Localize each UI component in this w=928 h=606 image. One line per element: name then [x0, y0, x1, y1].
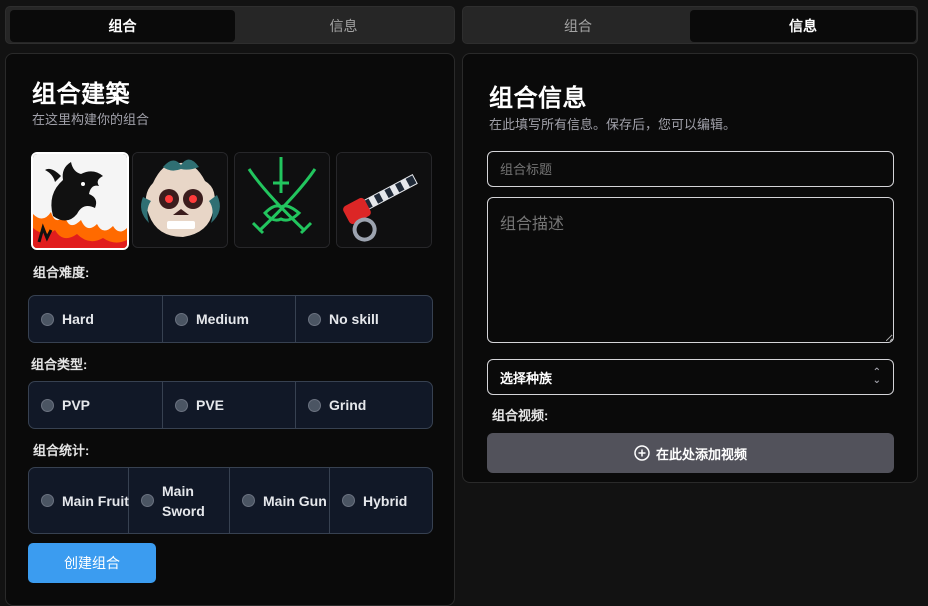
stats-option-main-sword[interactable]: Main Sword [129, 468, 230, 533]
race-select-label: 选择种族 [500, 370, 553, 386]
option-label: Medium [196, 311, 249, 327]
difficulty-label: 组合难度: [33, 265, 90, 280]
option-label: Main Sword [162, 482, 205, 519]
stats-options: Main Fruit Main Sword Main Gun Hybrid [28, 467, 433, 534]
difficulty-options: Hard Medium No skill [28, 295, 433, 343]
add-video-label: 在此处添加视频 [655, 446, 747, 462]
tab-combo[interactable]: 组合 [467, 10, 689, 42]
type-option-pvp[interactable]: PVP [29, 382, 163, 428]
option-label: Grind [329, 397, 367, 413]
combo-description-input[interactable] [487, 197, 894, 343]
dragon-icon[interactable] [31, 152, 129, 250]
option-label: Main Gun [263, 492, 327, 509]
race-select[interactable]: 选择种族 ⌃ ⌄ [487, 359, 894, 395]
radio-icon[interactable] [41, 494, 54, 507]
radio-icon[interactable] [242, 494, 255, 507]
tab-info[interactable]: 信息 [235, 10, 452, 42]
info-title: 组合信息 [489, 85, 587, 112]
difficulty-option-no-skill[interactable]: No skill [296, 296, 430, 342]
difficulty-option-hard[interactable]: Hard [29, 296, 163, 342]
left-tab-bar: 组合 信息 [5, 6, 455, 44]
option-label: Main Fruit [62, 492, 129, 509]
combo-title-input[interactable] [487, 151, 894, 187]
right-tab-bar: 组合 信息 [462, 6, 918, 44]
option-label: PVP [62, 397, 91, 413]
type-option-pve[interactable]: PVE [163, 382, 296, 428]
type-option-grind[interactable]: Grind [296, 382, 430, 428]
option-label: No skill [329, 311, 379, 327]
radio-icon[interactable] [41, 398, 54, 412]
page-subtitle: 在这里构建你的组合 [32, 112, 150, 127]
radio-icon[interactable] [175, 312, 188, 326]
create-combo-button[interactable]: 创建组合 [28, 543, 156, 583]
tab-info[interactable]: 信息 [690, 10, 916, 42]
option-label: PVE [196, 397, 225, 413]
difficulty-option-medium[interactable]: Medium [163, 296, 296, 342]
option-label: Hybrid [363, 492, 408, 509]
chevron-updown-icon: ⌃ ⌄ [872, 367, 881, 386]
type-label: 组合类型: [31, 357, 88, 372]
stats-option-hybrid[interactable]: Hybrid [330, 468, 430, 533]
plus-circle-icon [634, 445, 650, 461]
radio-icon[interactable] [41, 312, 54, 326]
stats-option-main-fruit[interactable]: Main Fruit [29, 468, 129, 533]
type-options: PVP PVE Grind [28, 381, 433, 429]
stats-label: 组合统计: [33, 443, 90, 458]
radio-icon[interactable] [175, 398, 188, 412]
gun-icon[interactable] [336, 152, 432, 248]
crossed-swords-icon[interactable] [234, 152, 330, 248]
radio-icon[interactable] [308, 398, 321, 412]
add-video-button[interactable]: 在此处添加视频 [487, 433, 894, 473]
tab-combo[interactable]: 组合 [10, 10, 235, 42]
stats-option-main-gun[interactable]: Main Gun [230, 468, 330, 533]
radio-icon[interactable] [342, 494, 355, 507]
radio-icon[interactable] [308, 312, 321, 326]
info-subtitle: 在此填写所有信息。保存后，您可以编辑。 [489, 117, 737, 132]
radio-icon[interactable] [141, 494, 154, 507]
option-label: Hard [62, 311, 94, 327]
video-label: 组合视频: [492, 408, 549, 423]
skull-icon[interactable] [132, 152, 228, 248]
page-title: 组合建築 [32, 81, 130, 108]
